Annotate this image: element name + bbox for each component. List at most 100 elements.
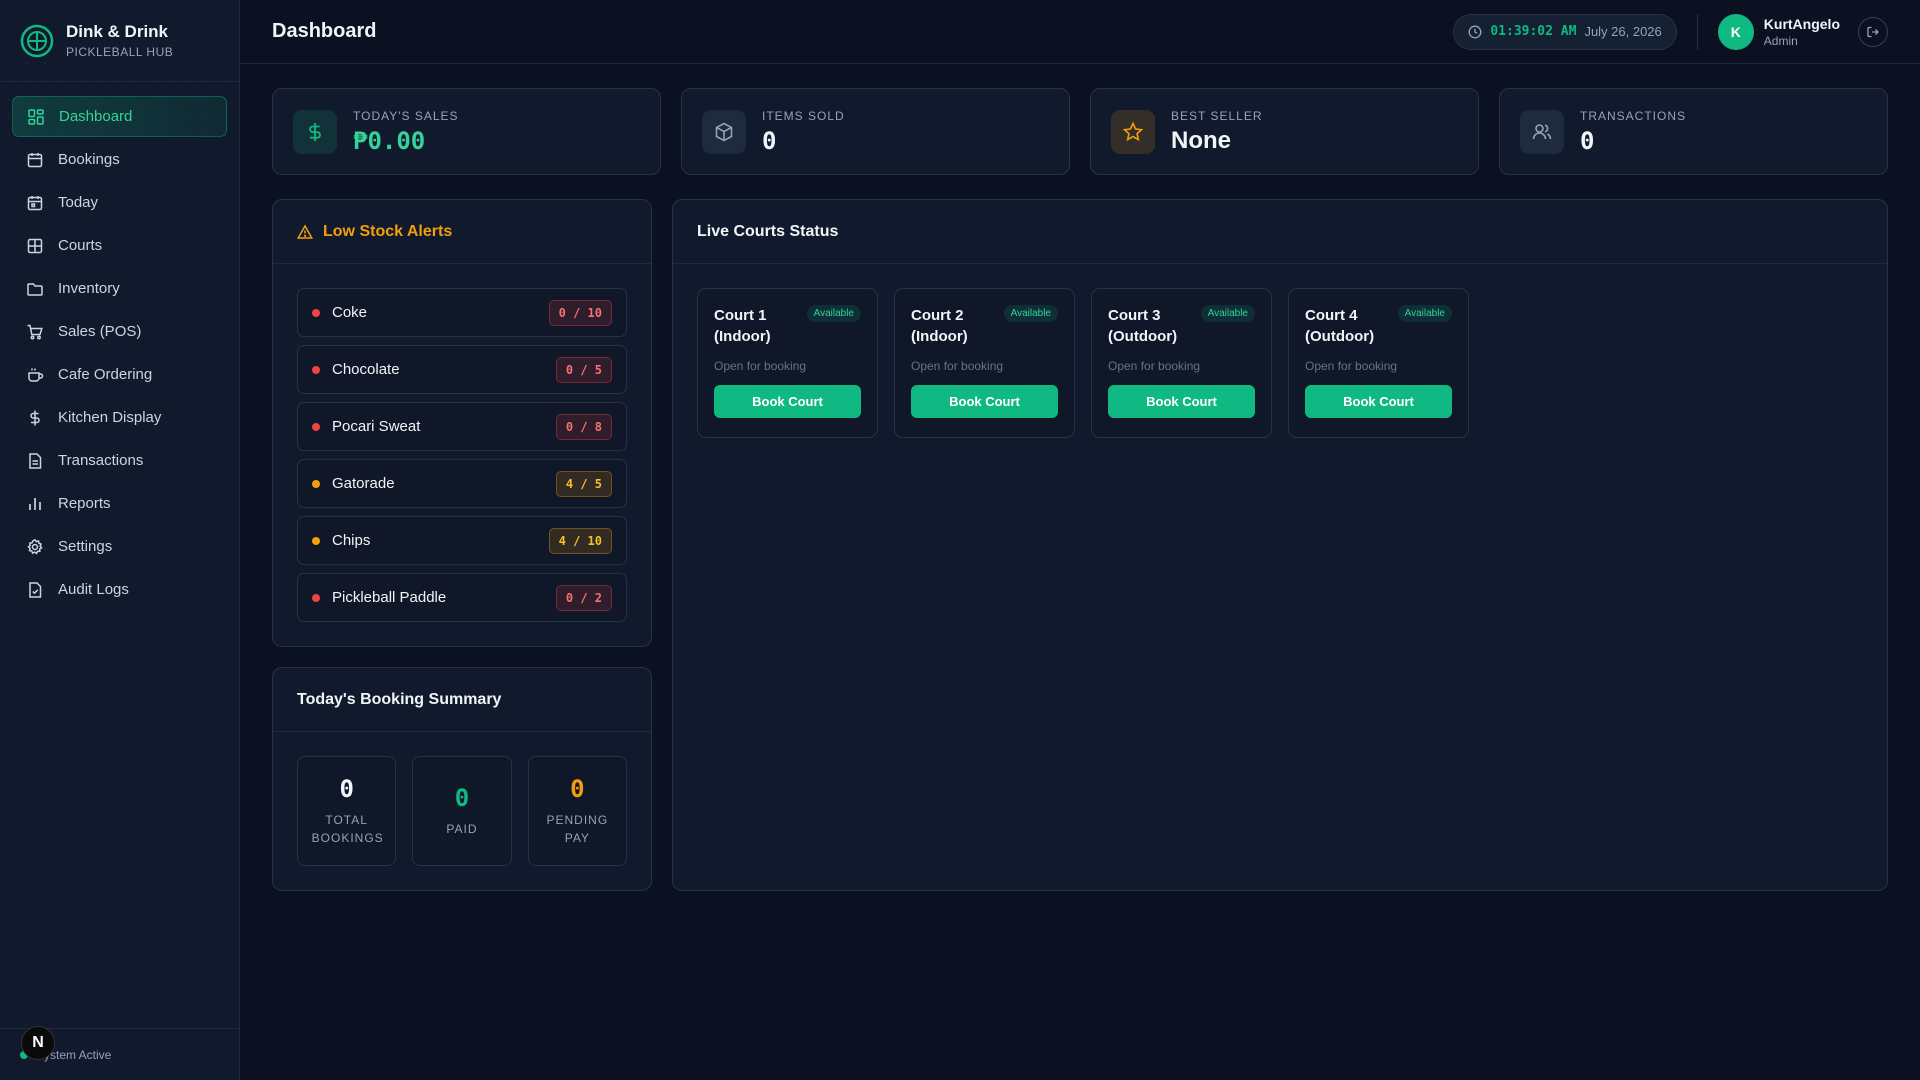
status-badge: Available [1200, 305, 1255, 322]
stock-badge: 0 / 2 [555, 584, 612, 611]
sidebar-item-reports[interactable]: Reports [12, 483, 227, 524]
item-name: Coke [332, 304, 368, 321]
sidebar-item-label: Cafe Ordering [58, 366, 153, 383]
user-name: KurtAngelo [1763, 15, 1840, 32]
list-item[interactable]: Gatorade 4 / 5 [297, 459, 627, 508]
logout-button[interactable] [1858, 16, 1888, 47]
sidebar-item-dashboard[interactable]: Dashboard [12, 96, 227, 137]
list-item[interactable]: Coke 0 / 10 [297, 288, 627, 337]
dollar-icon [30, 410, 40, 425]
sidebar-item-bookings[interactable]: Bookings [12, 139, 227, 180]
summary-total: 0 TOTAL BOOKINGS [297, 756, 397, 866]
sidebar-item-kitchen-display[interactable]: Kitchen Display [12, 397, 227, 438]
item-name: Chocolate [332, 361, 400, 378]
stat-label: ITEMS SOLD [762, 108, 845, 123]
stat-card-sales: TODAY'S SALES ₱0.00 [272, 88, 661, 175]
sidebar-item-label: Today [58, 194, 99, 211]
court-subtitle: Open for booking [911, 359, 1004, 373]
summary-label: PENDING PAY [546, 813, 609, 845]
star-icon [1111, 109, 1155, 154]
calendar-day-icon [27, 195, 43, 210]
court-name: Court 2 (Indoor) [911, 307, 968, 345]
calendar-icon [27, 152, 43, 167]
court-card: Court 1 (Indoor) Available Open for book… [697, 288, 878, 438]
panels-row: Low Stock Alerts Coke 0 / 10 Chocolate 0… [272, 199, 1888, 891]
stock-badge: 0 / 5 [555, 356, 612, 383]
book-court-button[interactable]: Book Court [1108, 385, 1255, 418]
court-name: Court 4 (Outdoor) [1305, 307, 1375, 345]
court-subtitle: Open for booking [714, 359, 807, 373]
stat-value: ₱0.00 [353, 126, 426, 155]
court-card: Court 2 (Indoor) Available Open for book… [894, 288, 1075, 438]
sidebar-item-label: Kitchen Display [58, 409, 162, 426]
court-card: Court 4 (Outdoor) Available Open for boo… [1288, 288, 1469, 438]
sidebar-nav: Dashboard Bookings Today Courts Inventor… [0, 82, 239, 626]
stat-value: 0 [762, 126, 777, 155]
court-subtitle: Open for booking [1305, 359, 1398, 373]
divider [1696, 13, 1698, 50]
sidebar-item-sales-pos[interactable]: Sales (POS) [12, 311, 227, 352]
status-dot [312, 593, 320, 602]
book-court-button[interactable]: Book Court [1305, 385, 1452, 418]
left-column: Low Stock Alerts Coke 0 / 10 Chocolate 0… [272, 199, 652, 891]
summary-pending: 0 PENDING PAY [527, 756, 627, 866]
coffee-icon [28, 368, 44, 382]
sidebar-item-label: Inventory [58, 280, 120, 297]
stat-label: TRANSACTIONS [1580, 108, 1687, 123]
brand-title: Dink & Drink [66, 22, 169, 41]
sidebar-item-transactions[interactable]: Transactions [12, 440, 227, 481]
list-item[interactable]: Pickleball Paddle 0 / 2 [297, 573, 627, 622]
sidebar-item-label: Bookings [58, 151, 120, 168]
dev-tools-badge[interactable]: N [21, 1026, 55, 1060]
stat-card-items-sold: ITEMS SOLD 0 [681, 88, 1070, 175]
status-badge: Available [1003, 305, 1058, 322]
status-dot [312, 479, 320, 488]
stock-badge: 4 / 5 [555, 470, 612, 497]
list-item[interactable]: Pocari Sweat 0 / 8 [297, 402, 627, 451]
stat-value: 0 [1580, 126, 1595, 155]
pickleball-logo-icon [20, 24, 54, 57]
user-role: Admin [1763, 33, 1798, 48]
list-item[interactable]: Chips 4 / 10 [297, 516, 627, 565]
court-card: Court 3 (Outdoor) Available Open for boo… [1091, 288, 1272, 438]
status-dot [312, 536, 320, 545]
sidebar-item-label: Dashboard [59, 108, 133, 125]
stat-card-transactions: TRANSACTIONS 0 [1499, 88, 1888, 175]
summary-paid: 0 PAID [412, 756, 512, 866]
sidebar-item-settings[interactable]: Settings [12, 526, 227, 567]
status-dot [312, 365, 320, 374]
live-courts-panel: Live Courts Status Court 1 (Indoor) Avai… [672, 199, 1888, 891]
stat-value: None [1171, 126, 1231, 154]
sidebar: Dink & Drink PICKLEBALL HUB Dashboard Bo… [0, 0, 240, 1080]
sidebar-item-inventory[interactable]: Inventory [12, 268, 227, 309]
summary-label: PAID [446, 822, 478, 836]
sidebar-item-cafe-ordering[interactable]: Cafe Ordering [12, 354, 227, 395]
brand[interactable]: Dink & Drink PICKLEBALL HUB [0, 0, 239, 82]
box-icon [702, 109, 746, 154]
stock-badge: 0 / 8 [555, 413, 612, 440]
list-item[interactable]: Chocolate 0 / 5 [297, 345, 627, 394]
status-badge: Available [1397, 305, 1452, 322]
book-court-button[interactable]: Book Court [911, 385, 1058, 418]
book-court-button[interactable]: Book Court [714, 385, 861, 418]
item-name: Chips [332, 532, 371, 549]
stat-label: BEST SELLER [1171, 108, 1263, 123]
panel-title: Live Courts Status [697, 222, 839, 240]
logout-icon [1867, 26, 1879, 37]
sidebar-item-today[interactable]: Today [12, 182, 227, 223]
bar-chart-icon [29, 497, 41, 510]
item-name: Pickleball Paddle [332, 589, 447, 606]
stock-badge: 0 / 10 [548, 299, 612, 326]
user-menu[interactable]: K KurtAngelo Admin [1717, 13, 1840, 50]
panel-header: Low Stock Alerts [273, 200, 651, 264]
stat-card-best-seller: BEST SELLER None [1090, 88, 1479, 175]
sidebar-item-label: Reports [58, 495, 111, 512]
sidebar-item-audit-logs[interactable]: Audit Logs [12, 569, 227, 610]
sidebar-item-courts[interactable]: Courts [12, 225, 227, 266]
dashboard-icon [28, 108, 44, 125]
main: Dashboard 01:39:02 AM July 26, 2026 K Ku… [240, 0, 1920, 1080]
status-dot [312, 308, 320, 317]
summary-label: TOTAL BOOKINGS [311, 813, 384, 845]
summary-grid: 0 TOTAL BOOKINGS 0 PAID 0 PENDING PAY [273, 732, 651, 890]
stat-label: TODAY'S SALES [353, 108, 459, 123]
